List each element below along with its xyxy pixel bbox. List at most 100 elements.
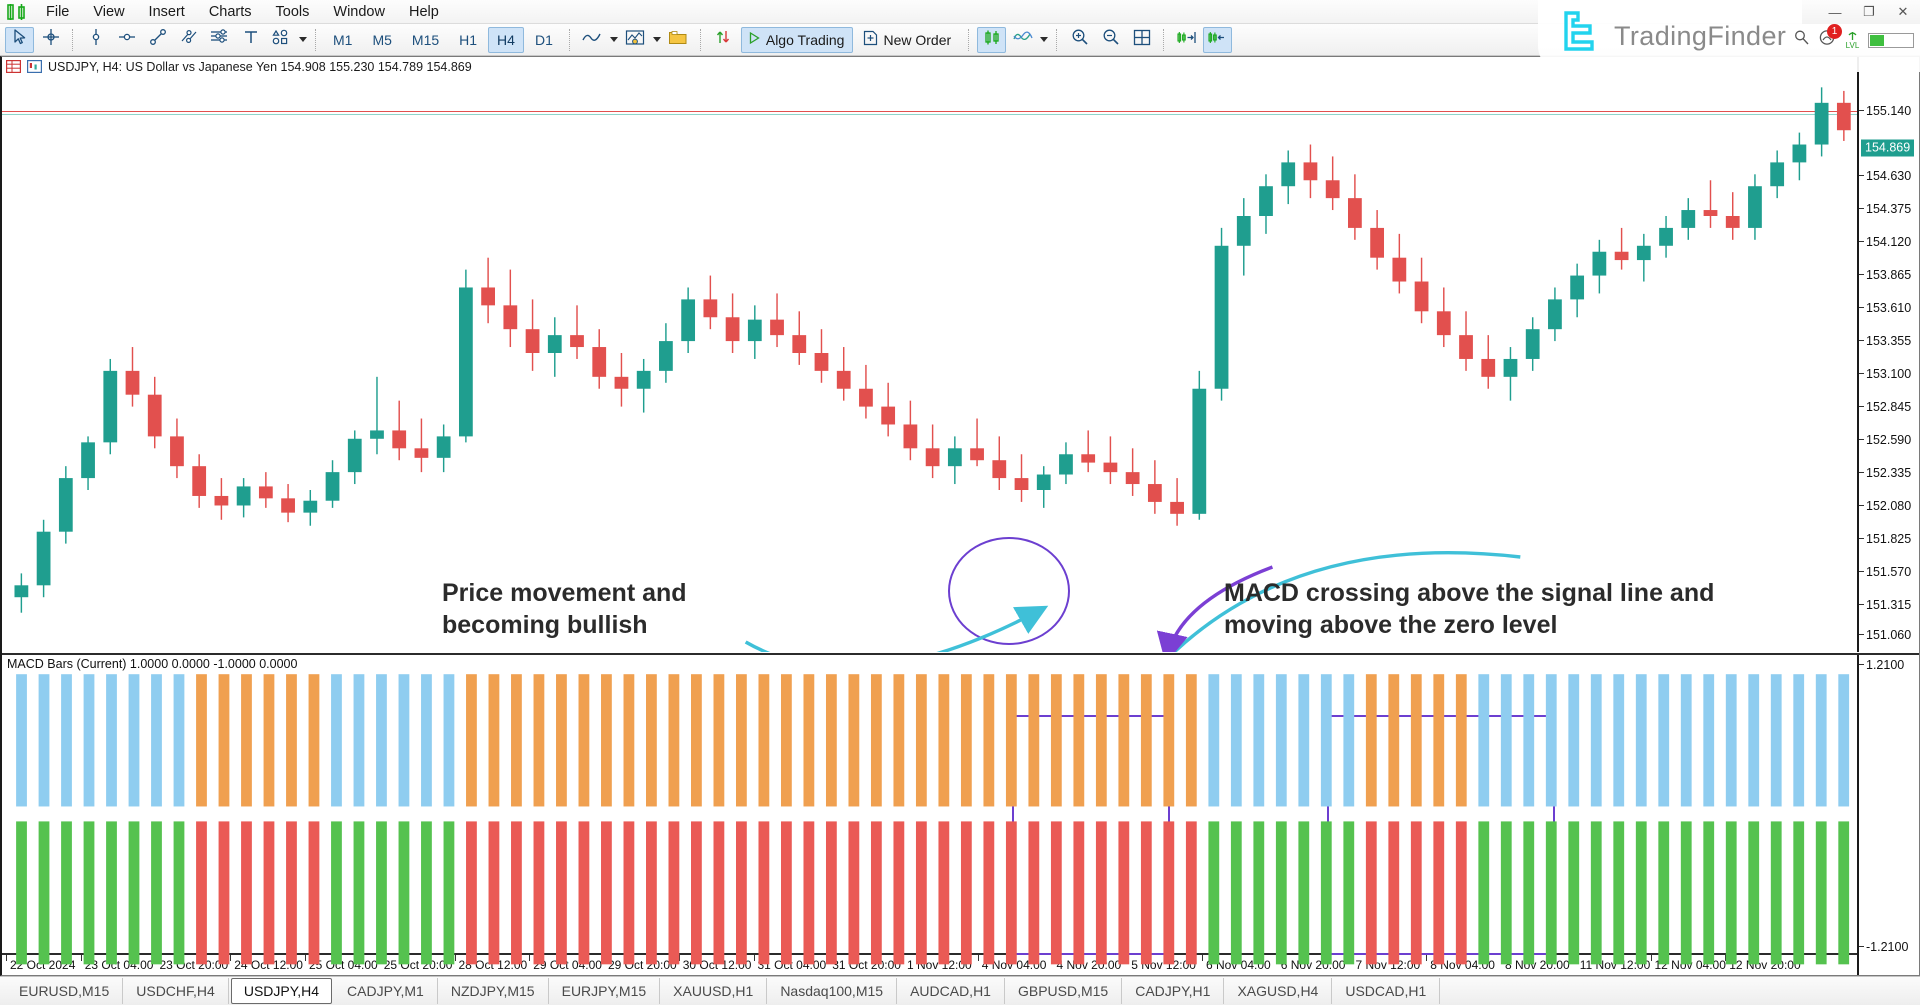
trade-arrows-button[interactable] <box>709 27 738 53</box>
chart-tab-eurjpy-m15[interactable]: EURJPY,M15 <box>549 978 661 1004</box>
zoom-in-icon <box>1071 28 1089 51</box>
menu-item-file[interactable]: File <box>34 0 81 24</box>
price-pane[interactable]: USDJPY, H4: US Dollar vs Japanese Yen 15… <box>2 57 1919 652</box>
cursor-tool-button[interactable] <box>5 26 34 53</box>
chart-tab-cadjpy-h1[interactable]: CADJPY,H1 <box>1122 978 1225 1004</box>
menu-item-charts[interactable]: Charts <box>197 0 264 24</box>
chart-tab-audcad-h1[interactable]: AUDCAD,H1 <box>897 978 1005 1004</box>
timeframe-m5[interactable]: M5 <box>363 27 400 53</box>
algo-trading-label: Algo Trading <box>765 31 845 48</box>
zoom-out-button[interactable] <box>1096 27 1125 53</box>
trade-arrows-icon <box>714 28 732 51</box>
shapes-tool-button[interactable] <box>267 27 296 53</box>
status-toolbar: 1 LVL <box>1793 24 1914 54</box>
lvl-signal-icon: LVL <box>1845 31 1860 50</box>
time-tick: 8 Nov 04:00 <box>1426 955 1495 972</box>
chart-type-dropdown-caret-icon[interactable] <box>609 37 618 42</box>
alerts-count-badge: 1 <box>1827 24 1842 39</box>
menu-item-window[interactable]: Window <box>321 0 397 24</box>
timeframe-d1[interactable]: D1 <box>526 27 562 53</box>
chart-tab-xauusd-h1[interactable]: XAUUSD,H1 <box>660 978 768 1004</box>
chart-tab-gbpusd-m15[interactable]: GBPUSD,M15 <box>1005 978 1123 1004</box>
minimize-button[interactable]: — <box>1818 1 1852 23</box>
templates-button[interactable] <box>664 27 693 53</box>
chart-tab-nasdaq100-m15[interactable]: Nasdaq100,M15 <box>767 978 898 1004</box>
time-tick: 7 Nov 12:00 <box>1351 955 1420 972</box>
timeframe-h1[interactable]: H1 <box>450 27 486 53</box>
trendline-tool-button[interactable] <box>143 27 172 53</box>
time-tick: 8 Nov 20:00 <box>1501 955 1570 972</box>
price-scale[interactable]: 155.140 154.869 154.630 154.375 154.120 … <box>1857 57 1919 652</box>
horizontal-line-tool-button[interactable] <box>112 27 141 53</box>
text-tool-button[interactable] <box>236 27 265 53</box>
menu-item-tools[interactable]: Tools <box>264 0 322 24</box>
toolbar-separator-2 <box>315 28 317 51</box>
chart-tab-usdchf-h4[interactable]: USDCHF,H4 <box>123 978 229 1004</box>
chart-tab-usdjpy-h4[interactable]: USDJPY,H4 <box>230 978 333 1004</box>
auto-scroll-icon <box>1207 29 1229 51</box>
price-tick-1: 154.630 <box>1859 170 1911 182</box>
chart-tab-cadjpy-m1[interactable]: CADJPY,M1 <box>334 978 438 1004</box>
auto-scroll-button[interactable] <box>1203 26 1233 53</box>
toolbar-separator-4 <box>699 28 702 51</box>
watermark-text: TradingFinder <box>1614 20 1787 51</box>
time-tick: 1 Nov 12:00 <box>903 955 972 972</box>
chart-window[interactable]: USDJPY, H4: US Dollar vs Japanese Yen 15… <box>0 56 1920 976</box>
bid-price-line <box>2 114 1857 115</box>
new-order-button[interactable]: New Order <box>857 26 960 54</box>
menu-item-view[interactable]: View <box>81 0 136 24</box>
search-magnifier-icon[interactable] <box>1793 29 1810 51</box>
macd-indicator-label: MACD Bars (Current) 1.0000 0.0000 -1.000… <box>7 657 298 671</box>
algo-trading-button[interactable]: Algo Trading <box>740 26 854 53</box>
zoom-in-button[interactable] <box>1065 27 1094 53</box>
chart-tab-usdcad-h1[interactable]: USDCAD,H1 <box>1332 978 1441 1004</box>
tile-windows-button[interactable] <box>1127 27 1156 53</box>
macd-scale-top: 1.2100 <box>1859 659 1904 671</box>
timeframe-h4[interactable]: H4 <box>488 26 524 53</box>
macd-histogram-series <box>16 674 1850 965</box>
time-tick: 6 Nov 20:00 <box>1276 955 1345 972</box>
macd-scale[interactable]: 1.2100 -1.2100 <box>1857 655 1919 975</box>
crosshair-tool-button[interactable] <box>36 27 65 53</box>
text-t-icon <box>243 29 259 50</box>
time-tick: 23 Oct 04:00 <box>80 955 153 972</box>
time-tick: 25 Oct 04:00 <box>305 955 378 972</box>
menu-item-insert[interactable]: Insert <box>137 0 197 24</box>
polyline-tool-button[interactable] <box>174 27 203 53</box>
close-button[interactable]: ✕ <box>1886 1 1920 23</box>
macd-pane[interactable]: MACD Bars (Current) 1.0000 0.0000 -1.000… <box>2 653 1919 975</box>
chart-tab-xagusd-h4[interactable]: XAGUSD,H4 <box>1224 978 1333 1004</box>
menu-item-help[interactable]: Help <box>397 0 451 24</box>
candlestick-icon <box>982 29 1002 51</box>
toolbar-separator-7 <box>1163 28 1165 51</box>
indicators-button[interactable] <box>1008 27 1037 53</box>
time-tick: 30 Oct 12:00 <box>678 955 751 972</box>
lvl-label: LVL <box>1845 40 1860 50</box>
shapes-dropdown-caret-icon[interactable] <box>299 37 307 42</box>
indicator-dropdown-caret-icon[interactable] <box>652 37 661 42</box>
time-tick: 24 Oct 12:00 <box>230 955 303 972</box>
indicator-list-button[interactable] <box>621 27 650 53</box>
play-triangle-icon <box>747 31 761 49</box>
annotation-price-movement: Price movement and becoming bullish <box>442 579 687 639</box>
toolbar-separator-1 <box>72 28 74 51</box>
timeframe-m15[interactable]: M15 <box>403 27 448 53</box>
price-tick-7: 153.100 <box>1859 368 1911 380</box>
price-tick-5: 153.610 <box>1859 302 1911 314</box>
time-tick: 12 Nov 20:00 <box>1725 955 1801 972</box>
timeframe-m1[interactable]: M1 <box>324 27 361 53</box>
zoom-out-icon <box>1102 28 1120 51</box>
scroll-to-end-button[interactable] <box>1172 27 1201 53</box>
time-tick: 6 Nov 04:00 <box>1202 955 1271 972</box>
indicators-dropdown-caret-icon[interactable] <box>1040 37 1049 42</box>
chart-type-button[interactable] <box>578 27 607 53</box>
chart-tab-eurusd-m15[interactable]: EURUSD,M15 <box>6 978 124 1004</box>
maximize-button[interactable]: ❐ <box>1852 1 1886 23</box>
vertical-line-tool-button[interactable] <box>81 27 110 53</box>
equidistant-channel-tool-button[interactable] <box>205 27 234 53</box>
chart-tab-nzdjpy-m15[interactable]: NZDJPY,M15 <box>438 978 549 1004</box>
candlestick-chart-button[interactable] <box>977 26 1007 53</box>
connection-strength-bar <box>1868 32 1914 48</box>
alerts-bell-icon[interactable]: 1 <box>1818 24 1842 52</box>
indicator-chart-icon <box>625 29 645 51</box>
